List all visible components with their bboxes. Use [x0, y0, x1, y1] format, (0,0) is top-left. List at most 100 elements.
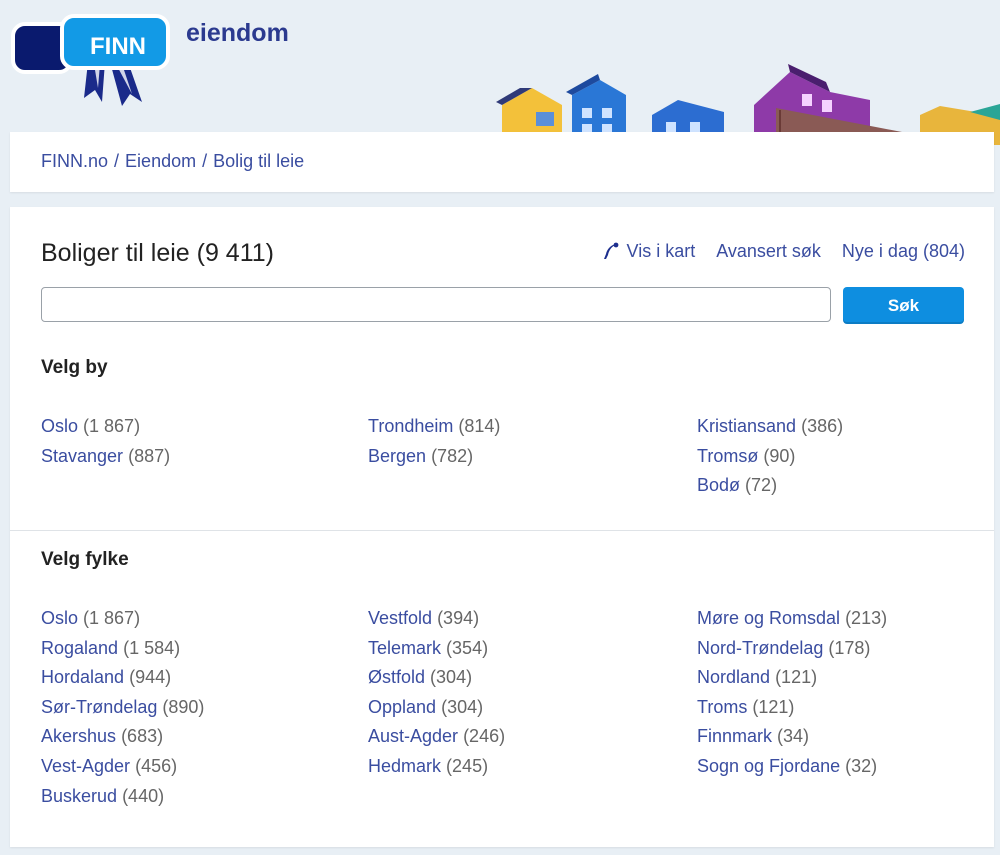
county-link[interactable]: Møre og Romsdal — [697, 608, 840, 628]
logo-text: FINN — [90, 33, 146, 60]
county-link[interactable]: Sogn og Fjordane — [697, 756, 840, 776]
city-count: (72) — [745, 475, 778, 496]
map-link-label: Vis i kart — [626, 241, 696, 261]
county-item: Akershus (683) — [41, 722, 204, 752]
county-count: (890) — [162, 696, 205, 717]
breadcrumb-separator: / — [114, 151, 120, 171]
site-name: eiendom — [186, 19, 289, 47]
map-link[interactable]: Vis i kart — [601, 241, 696, 262]
county-column-1: Oslo (1 867) Rogaland (1 584) Hordaland … — [41, 604, 204, 811]
county-link[interactable]: Sør-Trøndelag — [41, 697, 157, 717]
county-column-3: Møre og Romsdal (213) Nord-Trøndelag (17… — [697, 604, 887, 782]
county-item: Rogaland (1 584) — [41, 634, 204, 664]
city-count: (90) — [763, 445, 796, 466]
county-count: (1 867) — [83, 608, 141, 628]
city-item: Kristiansand (386) — [697, 412, 843, 442]
city-item: Bergen (782) — [368, 442, 500, 472]
county-link[interactable]: Nord-Trøndelag — [697, 638, 823, 658]
breadcrumb-eiendom[interactable]: Eiendom — [125, 151, 196, 171]
breadcrumb: FINN.no / Eiendom / Bolig til leie — [10, 132, 994, 192]
site-header: FINN eiendom — [0, 0, 1000, 145]
county-count: (304) — [430, 667, 473, 688]
breadcrumb-bolig-til-leie[interactable]: Bolig til leie — [213, 151, 304, 171]
county-link[interactable]: Buskerud — [41, 786, 117, 806]
county-link[interactable]: Nordland — [697, 667, 770, 687]
county-link[interactable]: Akershus — [41, 726, 116, 746]
county-link[interactable]: Vestfold — [368, 608, 432, 628]
main-panel: Boliger til leie (9 411) Vis i kart Avan… — [10, 207, 994, 847]
search-button[interactable]: Søk — [843, 287, 964, 324]
advanced-search-link[interactable]: Avansert søk — [716, 241, 821, 262]
city-item: Bodø (72) — [697, 471, 843, 501]
city-column-2: Trondheim (814) Bergen (782) — [368, 412, 500, 471]
county-item: Sogn og Fjordane (32) — [697, 752, 887, 782]
county-link[interactable]: Hordaland — [41, 667, 124, 687]
county-item: Vestfold (394) — [368, 604, 505, 634]
new-today-link[interactable]: Nye i dag (804) — [842, 241, 965, 262]
county-item: Finnmark (34) — [697, 722, 887, 752]
breadcrumb-separator: / — [202, 151, 208, 171]
city-link[interactable]: Stavanger — [41, 446, 123, 466]
county-count: (32) — [845, 755, 878, 776]
county-count: (213) — [845, 608, 888, 628]
section-divider — [10, 530, 994, 531]
county-count: (683) — [121, 726, 164, 747]
county-count: (121) — [775, 667, 818, 688]
city-count: (386) — [801, 416, 844, 436]
city-link[interactable]: Bodø — [697, 475, 740, 495]
county-count: (354) — [446, 637, 489, 658]
county-link[interactable]: Vest-Agder — [41, 756, 130, 776]
county-item: Oslo (1 867) — [41, 604, 204, 634]
county-item: Aust-Agder (246) — [368, 722, 505, 752]
county-link[interactable]: Oslo — [41, 608, 78, 628]
search-input[interactable] — [41, 287, 831, 322]
county-link[interactable]: Østfold — [368, 667, 425, 687]
city-item: Oslo (1 867) — [41, 412, 170, 442]
city-link[interactable]: Bergen — [368, 446, 426, 466]
county-item: Hordaland (944) — [41, 663, 204, 693]
county-count: (394) — [437, 608, 480, 628]
county-link[interactable]: Hedmark — [368, 756, 441, 776]
county-item: Møre og Romsdal (213) — [697, 604, 887, 634]
county-count: (34) — [777, 726, 810, 747]
county-item: Hedmark (245) — [368, 752, 505, 782]
county-link[interactable]: Aust-Agder — [368, 726, 458, 746]
city-item: Stavanger (887) — [41, 442, 170, 472]
city-column-3: Kristiansand (386) Tromsø (90) Bodø (72) — [697, 412, 843, 501]
county-item: Nordland (121) — [697, 663, 887, 693]
city-count: (887) — [128, 445, 171, 466]
county-link[interactable]: Telemark — [368, 638, 441, 658]
county-link[interactable]: Oppland — [368, 697, 436, 717]
county-count: (304) — [441, 696, 484, 717]
breadcrumb-finn[interactable]: FINN.no — [41, 151, 108, 171]
county-link[interactable]: Troms — [697, 697, 747, 717]
top-links: Vis i kart Avansert søk Nye i dag (804) — [601, 241, 965, 262]
city-link[interactable]: Oslo — [41, 416, 78, 436]
page-title: Boliger til leie (9 411) — [41, 239, 274, 267]
county-item: Troms (121) — [697, 693, 887, 723]
city-link[interactable]: Trondheim — [368, 416, 453, 436]
county-section-title: Velg fylke — [41, 549, 129, 570]
county-count: (456) — [135, 755, 178, 776]
county-item: Nord-Trøndelag (178) — [697, 634, 887, 664]
county-item: Buskerud (440) — [41, 782, 204, 812]
city-item: Trondheim (814) — [368, 412, 500, 442]
county-count: (440) — [122, 785, 165, 806]
county-link[interactable]: Finnmark — [697, 726, 772, 746]
city-item: Tromsø (90) — [697, 442, 843, 472]
city-count: (814) — [458, 416, 501, 436]
county-item: Sør-Trøndelag (890) — [41, 693, 204, 723]
county-item: Østfold (304) — [368, 663, 505, 693]
county-count: (1 584) — [123, 637, 181, 658]
city-link[interactable]: Tromsø — [697, 446, 758, 466]
city-column-1: Oslo (1 867) Stavanger (887) — [41, 412, 170, 471]
county-link[interactable]: Rogaland — [41, 638, 118, 658]
map-pin-icon — [603, 242, 618, 259]
county-count: (944) — [129, 667, 172, 688]
county-item: Oppland (304) — [368, 693, 505, 723]
finn-logo[interactable]: FINN — [10, 10, 175, 120]
city-link[interactable]: Kristiansand — [697, 416, 796, 436]
county-column-2: Vestfold (394) Telemark (354) Østfold (3… — [368, 604, 505, 782]
county-count: (121) — [752, 696, 795, 717]
county-count: (178) — [828, 637, 871, 658]
